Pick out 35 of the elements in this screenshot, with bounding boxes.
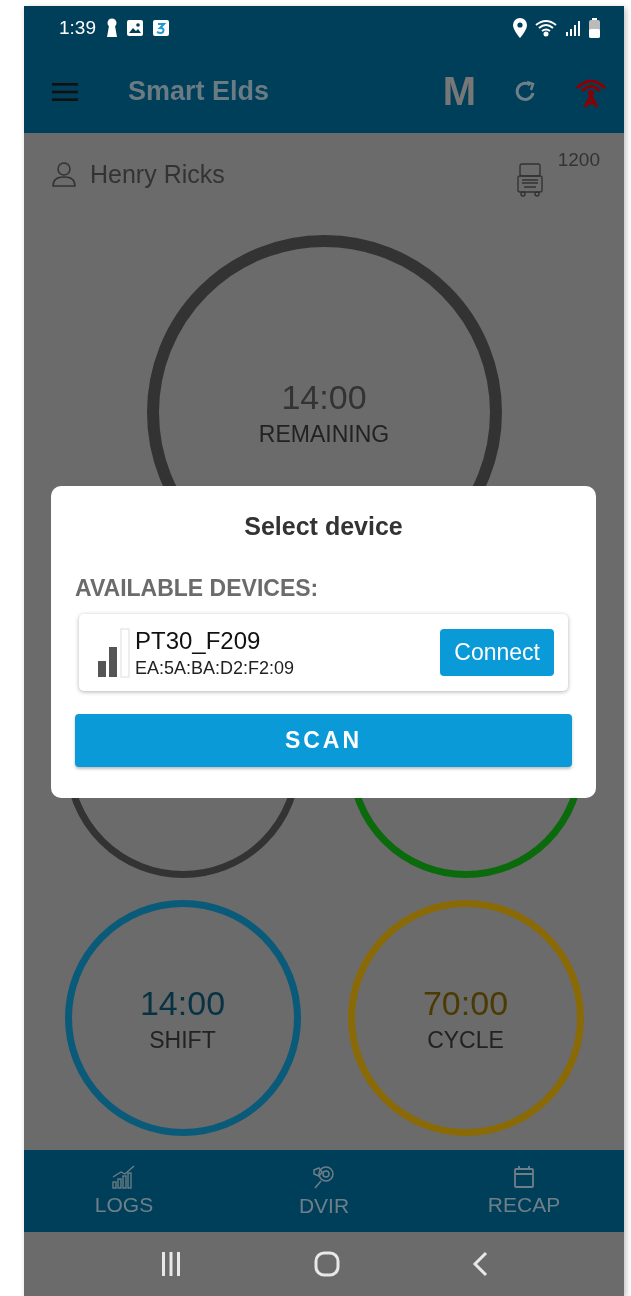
- gauge-label: REMAINING: [258, 421, 390, 448]
- mode-badge[interactable]: M: [442, 69, 476, 114]
- home-icon[interactable]: [314, 1251, 340, 1277]
- nav-tab[interactable]: LOGS: [24, 1150, 224, 1232]
- calendar-icon: [513, 1165, 535, 1189]
- back-icon[interactable]: [472, 1251, 488, 1277]
- wifi-icon: [535, 19, 557, 37]
- app-notification-icon: [152, 19, 170, 37]
- gauge-time: 70:00: [422, 982, 509, 1023]
- device-address: EA:5A:BA:D2:F2:09: [135, 657, 295, 679]
- nav-tab[interactable]: DVIR: [224, 1150, 424, 1232]
- location-pin-icon: [513, 18, 527, 38]
- truck-number: 1200: [557, 149, 600, 171]
- gauge-time: 14:00: [139, 982, 226, 1023]
- driver-name: Henry Ricks: [90, 159, 225, 189]
- truck-icon: [515, 163, 544, 197]
- connect-button[interactable]: Connect: [440, 629, 554, 676]
- recent-apps-icon[interactable]: [160, 1252, 182, 1276]
- image-icon: [126, 19, 144, 37]
- cellular-signal-icon: [565, 19, 581, 37]
- bar-chart-icon: [111, 1165, 137, 1189]
- section-label: AVAILABLE DEVICES:: [75, 575, 320, 602]
- dialog-title: Select device: [244, 512, 403, 541]
- clock: 1:39: [59, 17, 96, 39]
- gauge-label: CYCLE: [427, 1026, 504, 1054]
- signal-strength-icon: [97, 626, 131, 679]
- gauge-label: SHIFT: [149, 1026, 216, 1054]
- gauge-time: 14:00: [281, 377, 367, 417]
- device-name: PT30_F209: [135, 626, 262, 655]
- nav-tab[interactable]: RECAP: [424, 1150, 624, 1232]
- battery-icon: [589, 18, 600, 38]
- app-title: Smart Elds: [128, 76, 270, 107]
- keyhole-icon: [106, 18, 118, 38]
- person-icon: [52, 161, 76, 187]
- scan-button[interactable]: SCAN: [75, 714, 572, 767]
